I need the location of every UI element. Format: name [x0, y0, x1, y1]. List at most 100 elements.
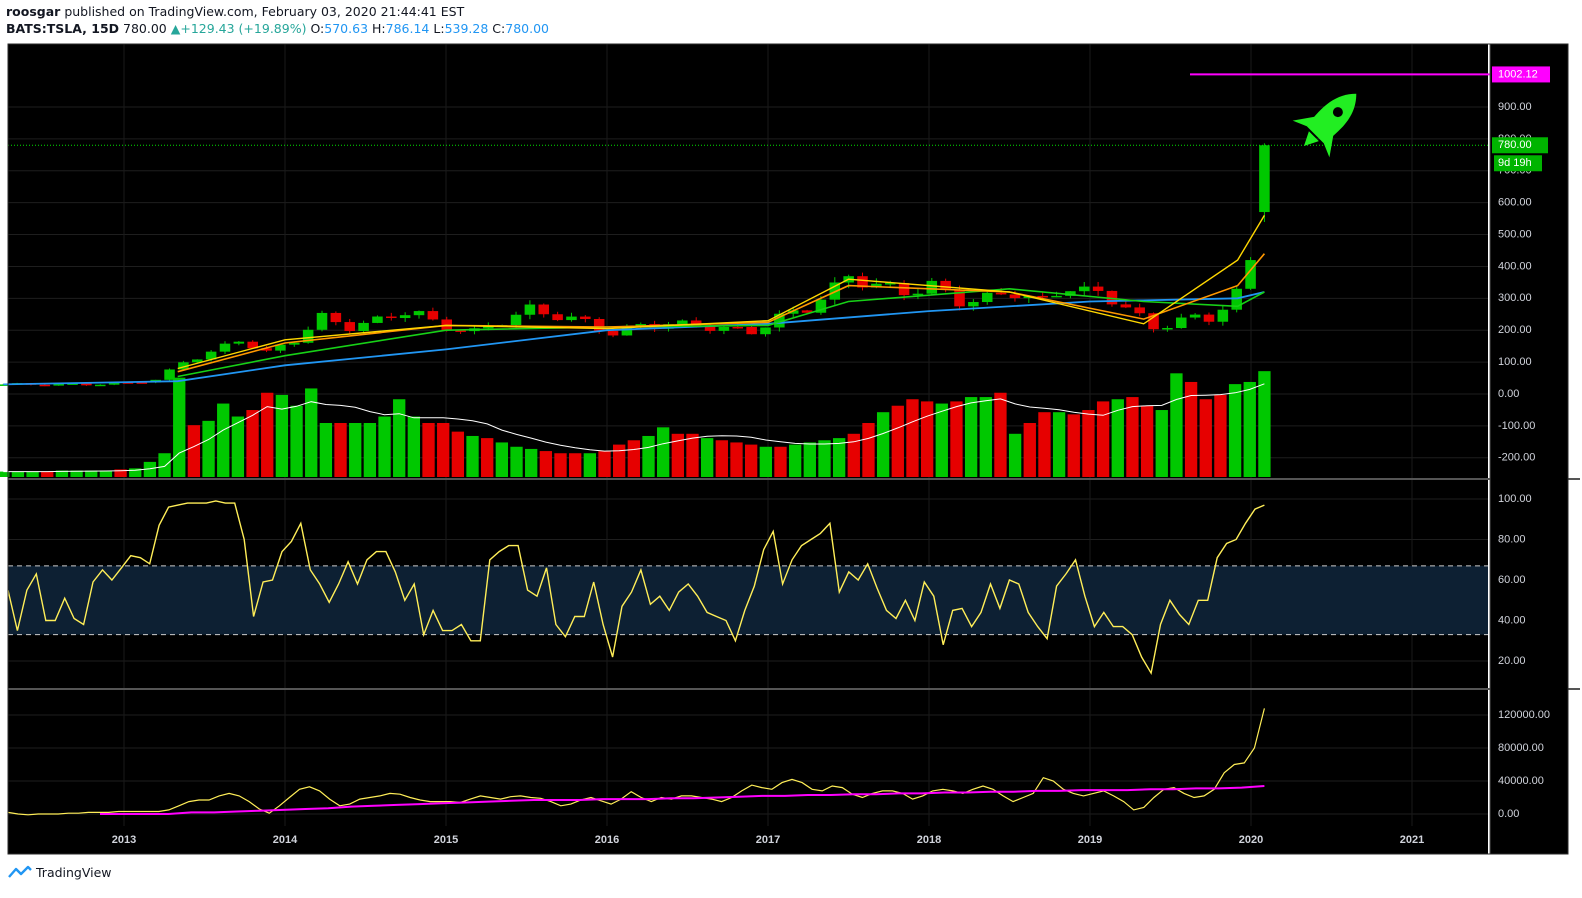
volume-bar — [407, 416, 421, 477]
volume-bar — [686, 433, 699, 477]
candle-body — [524, 304, 536, 315]
candle-body — [1175, 317, 1187, 329]
candle-body — [372, 316, 383, 323]
volume-bar — [1155, 410, 1168, 477]
candle-body — [413, 311, 425, 316]
last-price-label: 780.00 — [1498, 139, 1532, 151]
candle-body — [164, 369, 175, 380]
tsla-chart[interactable]: 900.00800.00700.00600.00500.00400.00300.… — [0, 0, 1582, 898]
candle-body — [1120, 304, 1132, 308]
volume-bar — [627, 440, 640, 477]
candle-body — [981, 292, 993, 303]
tradingview-logo-icon — [8, 865, 32, 878]
volume-bar — [818, 440, 831, 477]
candle-body — [1162, 328, 1173, 330]
price-tick-label: 200.00 — [1498, 324, 1532, 336]
volume-bar — [1243, 381, 1256, 477]
rsi-tick-label: 20.00 — [1498, 655, 1526, 667]
time-tick-label: 2017 — [756, 834, 780, 846]
candle-body — [1092, 286, 1104, 291]
candle-body — [1009, 294, 1021, 299]
volume-bar — [979, 397, 992, 477]
price-tick-label: 500.00 — [1498, 228, 1532, 240]
price-tick-label: -200.00 — [1498, 452, 1535, 464]
volume-bar — [231, 416, 245, 477]
candle-body — [926, 280, 938, 294]
volume-bar — [1023, 423, 1036, 477]
volume-bar — [920, 401, 934, 477]
volume-bar — [1258, 371, 1271, 477]
volume-bar — [613, 444, 626, 477]
volume-bar — [1096, 401, 1110, 477]
volume-bar — [1082, 410, 1095, 477]
candle-body — [760, 327, 771, 335]
rsi-tick-label: 80.00 — [1498, 533, 1526, 545]
volume-bar — [202, 420, 215, 477]
volume-bar — [598, 451, 611, 477]
price-tick-label: -100.00 — [1498, 420, 1535, 432]
obv-tick-label: 0.00 — [1498, 808, 1519, 820]
volume-bar — [11, 471, 25, 477]
candle-body — [732, 326, 744, 329]
volume-bar — [525, 448, 538, 477]
volume-bar — [261, 392, 274, 477]
obv-tick-label: 80000.00 — [1498, 742, 1544, 754]
volume-bar — [994, 392, 1007, 477]
volume-bar — [481, 438, 494, 477]
candle-body — [1134, 307, 1145, 314]
rsi-band — [8, 565, 1488, 635]
candle-body — [1217, 309, 1229, 322]
candle-body — [566, 316, 577, 321]
candle-body — [510, 314, 522, 326]
obv-panel-bg — [8, 690, 1488, 826]
volume-bar — [495, 442, 509, 477]
volume-bar — [363, 423, 377, 477]
volume-bar — [41, 471, 54, 477]
rsi-tick-label: 40.00 — [1498, 614, 1526, 626]
volume-bar — [1111, 399, 1124, 477]
time-tick-label: 2019 — [1078, 834, 1102, 846]
rsi-tick-label: 100.00 — [1498, 493, 1532, 505]
candle-body — [1259, 145, 1270, 213]
volume-bar — [657, 427, 670, 477]
volume-bar — [847, 433, 860, 477]
price-tick-label: 600.00 — [1498, 197, 1532, 209]
candle-body — [580, 316, 591, 319]
volume-bar — [437, 423, 450, 477]
volume-bar — [510, 446, 523, 477]
volume-bar — [334, 423, 347, 477]
volume-bar — [554, 453, 567, 477]
price-tick-label: 100.00 — [1498, 356, 1532, 368]
target-price-label: 1002.12 — [1498, 68, 1538, 80]
price-tick-label: 900.00 — [1498, 101, 1532, 113]
footer: TradingView — [8, 862, 112, 882]
volume-bar — [759, 446, 772, 477]
volume-bar — [774, 446, 787, 477]
volume-bar — [1140, 405, 1154, 477]
candle-body — [1078, 286, 1090, 292]
volume-bar — [451, 431, 465, 477]
price-tick-label: 0.00 — [1498, 388, 1519, 400]
candle-body — [94, 384, 106, 387]
time-tick-label: 2016 — [595, 834, 619, 846]
volume-bar — [788, 444, 802, 477]
volume-bar — [158, 453, 171, 477]
candle-body — [607, 330, 619, 336]
volume-bar — [950, 401, 963, 477]
volume-bar — [1052, 412, 1066, 477]
time-tick-label: 2013 — [112, 834, 136, 846]
volume-bar — [1126, 397, 1139, 477]
volume-bar — [1170, 373, 1183, 477]
volume-bar — [217, 403, 230, 477]
volume-bar — [349, 423, 362, 477]
volume-bar — [730, 442, 743, 477]
volume-bar — [876, 412, 890, 477]
volume-bar — [246, 410, 259, 477]
volume-bar — [583, 453, 596, 477]
volume-bar — [26, 471, 39, 477]
countdown-label: 9d 19h — [1498, 157, 1532, 169]
candle-body — [1051, 295, 1062, 298]
volume-bar — [744, 444, 758, 477]
tradingview-brand[interactable]: TradingView — [36, 865, 112, 880]
rsi-tick-label: 60.00 — [1498, 574, 1526, 586]
